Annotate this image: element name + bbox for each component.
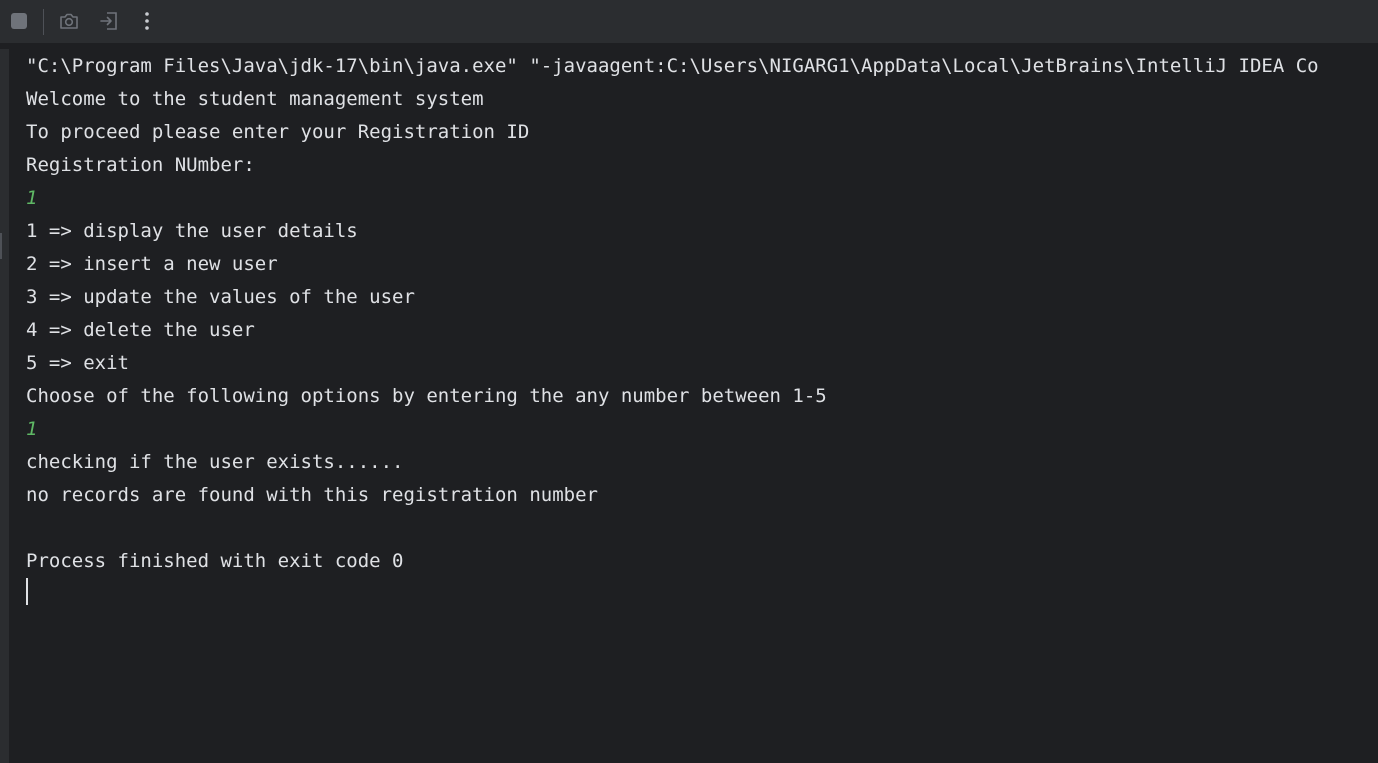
more-vertical-icon <box>145 12 149 30</box>
console-gutter <box>0 49 9 763</box>
console-line-option-4: 4 => delete the user <box>26 319 255 341</box>
console-line-user-input: 1 <box>26 187 38 209</box>
console-line-process-finished: Process finished with exit code 0 <box>26 550 404 572</box>
console-line-option-2: 2 => insert a new user <box>26 253 278 275</box>
camera-icon <box>60 13 78 29</box>
gutter-input-marker <box>0 233 2 259</box>
console-output[interactable]: "C:\Program Files\Java\jdk-17\bin\java.e… <box>26 50 1378 750</box>
exit-icon <box>100 12 117 30</box>
text-cursor <box>26 578 28 605</box>
screenshot-button[interactable] <box>55 7 83 35</box>
console-line-option-5: 5 => exit <box>26 352 129 374</box>
stop-icon <box>11 13 27 29</box>
console-line-user-input: 1 <box>26 418 38 440</box>
stop-button[interactable] <box>5 7 33 35</box>
console-line-welcome: Welcome to the student management system <box>26 88 484 110</box>
console-line-registration-label: Registration NUmber: <box>26 154 255 176</box>
console-line-option-1: 1 => display the user details <box>26 220 358 242</box>
more-options-button[interactable] <box>133 7 161 35</box>
exit-button[interactable] <box>95 7 123 35</box>
console-line-option-3: 3 => update the values of the user <box>26 286 415 308</box>
console-line-choose-prompt: Choose of the following options by enter… <box>26 385 827 407</box>
console-line-checking: checking if the user exists...... <box>26 451 404 473</box>
console-line-command: "C:\Program Files\Java\jdk-17\bin\java.e… <box>26 55 1319 77</box>
console-toolbar <box>0 0 1378 44</box>
console-line-prompt: To proceed please enter your Registratio… <box>26 121 530 143</box>
toolbar-separator <box>43 9 44 35</box>
console-line-no-records: no records are found with this registrat… <box>26 484 598 506</box>
